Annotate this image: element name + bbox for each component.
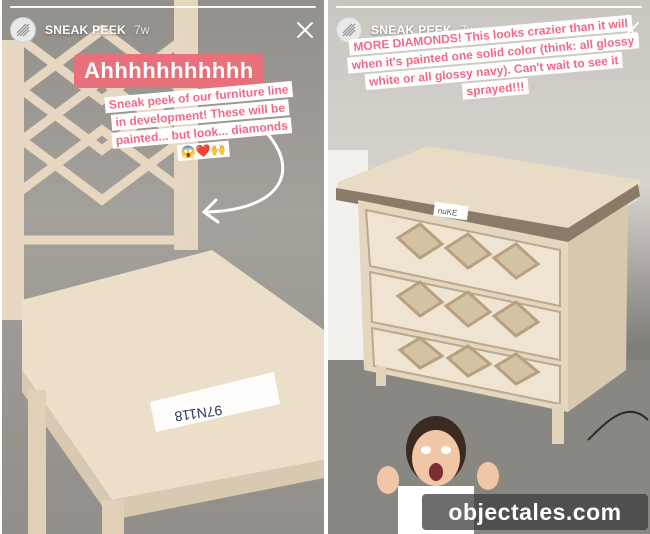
story-progress-bar (10, 6, 316, 8)
avatar-logo-icon (16, 23, 30, 37)
story-header: SNEAK PEEK 7w (10, 16, 316, 44)
story-progress-bar (336, 6, 642, 8)
avatar[interactable] (10, 17, 36, 43)
story-timestamp: 7w (134, 23, 150, 37)
avatar-logo-icon (342, 23, 356, 37)
story-username[interactable]: SNEAK PEEK (45, 23, 126, 37)
close-icon (297, 22, 313, 38)
title-sticker: Ahhhhhhhhhhh (74, 54, 264, 88)
story-panel-right[interactable]: nuKE SNEAK PEEK 7w (328, 0, 650, 534)
story-panel-left[interactable]: 97N118 SNEAK PEEK 7w Ahhhhhhhhhhh Sneak … (2, 0, 324, 534)
close-button[interactable] (294, 19, 316, 41)
site-watermark: objectales.com (422, 494, 648, 530)
